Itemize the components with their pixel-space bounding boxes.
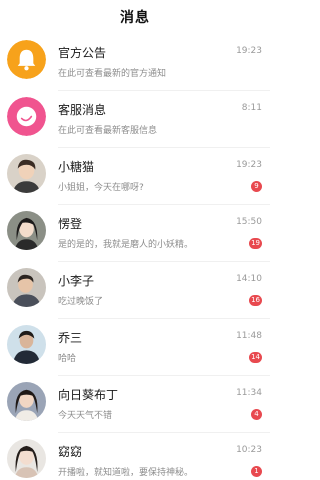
avatar: [7, 439, 46, 478]
contact-name: 向日葵布丁: [58, 388, 119, 402]
timestamp: 8:11: [241, 103, 262, 113]
contact-name: 客服消息: [58, 103, 107, 117]
contact-name: 小李子: [58, 274, 95, 288]
timestamp: 11:34: [236, 388, 262, 398]
timestamp: 11:48: [236, 331, 262, 341]
message-preview: 是的是的，我就是磨人的小妖精。: [58, 240, 194, 250]
avatar: [7, 268, 46, 307]
timestamp: 15:50: [236, 217, 262, 227]
user-photo: [7, 439, 46, 478]
list-item-chat[interactable]: 窈窈 10:23 开播啦，就知道啦，要保持神秘。 1: [0, 433, 270, 480]
unread-badge: 14: [249, 352, 262, 363]
timestamp: 14:10: [236, 274, 262, 284]
timestamp: 19:23: [236, 160, 262, 170]
message-preview: 小姐姐，今天在哪呀?: [58, 183, 144, 193]
contact-name: 窈窈: [58, 445, 83, 459]
message-preview: 开播啦，就知道啦，要保持神秘。: [58, 468, 194, 478]
message-preview: 在此可查看最新的官方通知: [58, 69, 167, 79]
timestamp: 19:23: [236, 46, 262, 56]
list-item-chat[interactable]: 乔三 11:48 哈哈 14: [0, 319, 270, 376]
unread-badge: 1: [251, 466, 262, 477]
user-photo: [7, 382, 46, 421]
user-photo: [7, 325, 46, 364]
user-photo: [7, 211, 46, 250]
list-item-official-notice[interactable]: 官方公告 19:23 在此可查看最新的官方通知: [0, 34, 270, 91]
list-item-chat[interactable]: 愣登 15:50 是的是的，我就是磨人的小妖精。 19: [0, 205, 270, 262]
contact-name: 小糖猫: [58, 160, 95, 174]
message-list: 官方公告 19:23 在此可查看最新的官方通知 客服消息 8:11 在此可查看最…: [0, 34, 270, 480]
chat-bubble-icon: [7, 97, 46, 136]
contact-name: 愣登: [58, 217, 83, 231]
list-item-chat[interactable]: 小糖猫 19:23 小姐姐，今天在哪呀? 9: [0, 148, 270, 205]
message-preview: 在此可查看最新客服信息: [58, 126, 158, 136]
official-notice-avatar: [7, 40, 46, 79]
message-preview: 吃过晚饭了: [58, 297, 104, 307]
unread-badge: 19: [249, 238, 262, 249]
avatar: [7, 382, 46, 421]
list-item-customer-service[interactable]: 客服消息 8:11 在此可查看最新客服信息: [0, 91, 270, 148]
header: 消息: [0, 0, 270, 34]
customer-service-avatar: [7, 97, 46, 136]
avatar: [7, 211, 46, 250]
contact-name: 乔三: [58, 331, 83, 345]
avatar: [7, 325, 46, 364]
page-title: 消息: [120, 10, 150, 26]
list-item-chat[interactable]: 向日葵布丁 11:34 今天天气不错 4: [0, 376, 270, 433]
message-preview: 今天天气不错: [58, 411, 113, 421]
unread-badge: 16: [249, 295, 262, 306]
message-preview: 哈哈: [58, 354, 77, 364]
contact-name: 官方公告: [58, 46, 107, 60]
avatar: [7, 154, 46, 193]
user-photo: [7, 154, 46, 193]
bell-icon: [7, 40, 46, 79]
unread-badge: 9: [251, 181, 262, 192]
user-photo: [7, 268, 46, 307]
unread-badge: 4: [251, 409, 262, 420]
list-item-chat[interactable]: 小李子 14:10 吃过晚饭了 16: [0, 262, 270, 319]
timestamp: 10:23: [236, 445, 262, 455]
